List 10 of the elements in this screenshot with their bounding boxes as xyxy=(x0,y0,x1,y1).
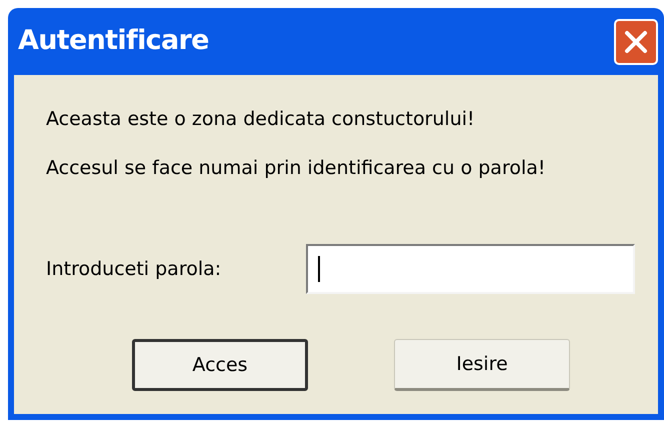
password-field[interactable] xyxy=(306,244,635,294)
close-icon xyxy=(623,28,649,54)
message-text: Aceasta este o zona dedicata constuctorului! xyxy=(46,107,476,132)
exit-button[interactable]: Iesire xyxy=(394,339,570,391)
access-button[interactable]: Acces xyxy=(132,339,308,391)
close-button[interactable] xyxy=(614,18,658,64)
window-title: Autentificare xyxy=(18,24,209,58)
password-label: Introduceti parola: xyxy=(46,256,222,282)
text-caret xyxy=(318,256,320,282)
message-text: Accesul se face numai prin identificarea cu o parola! xyxy=(46,156,547,180)
